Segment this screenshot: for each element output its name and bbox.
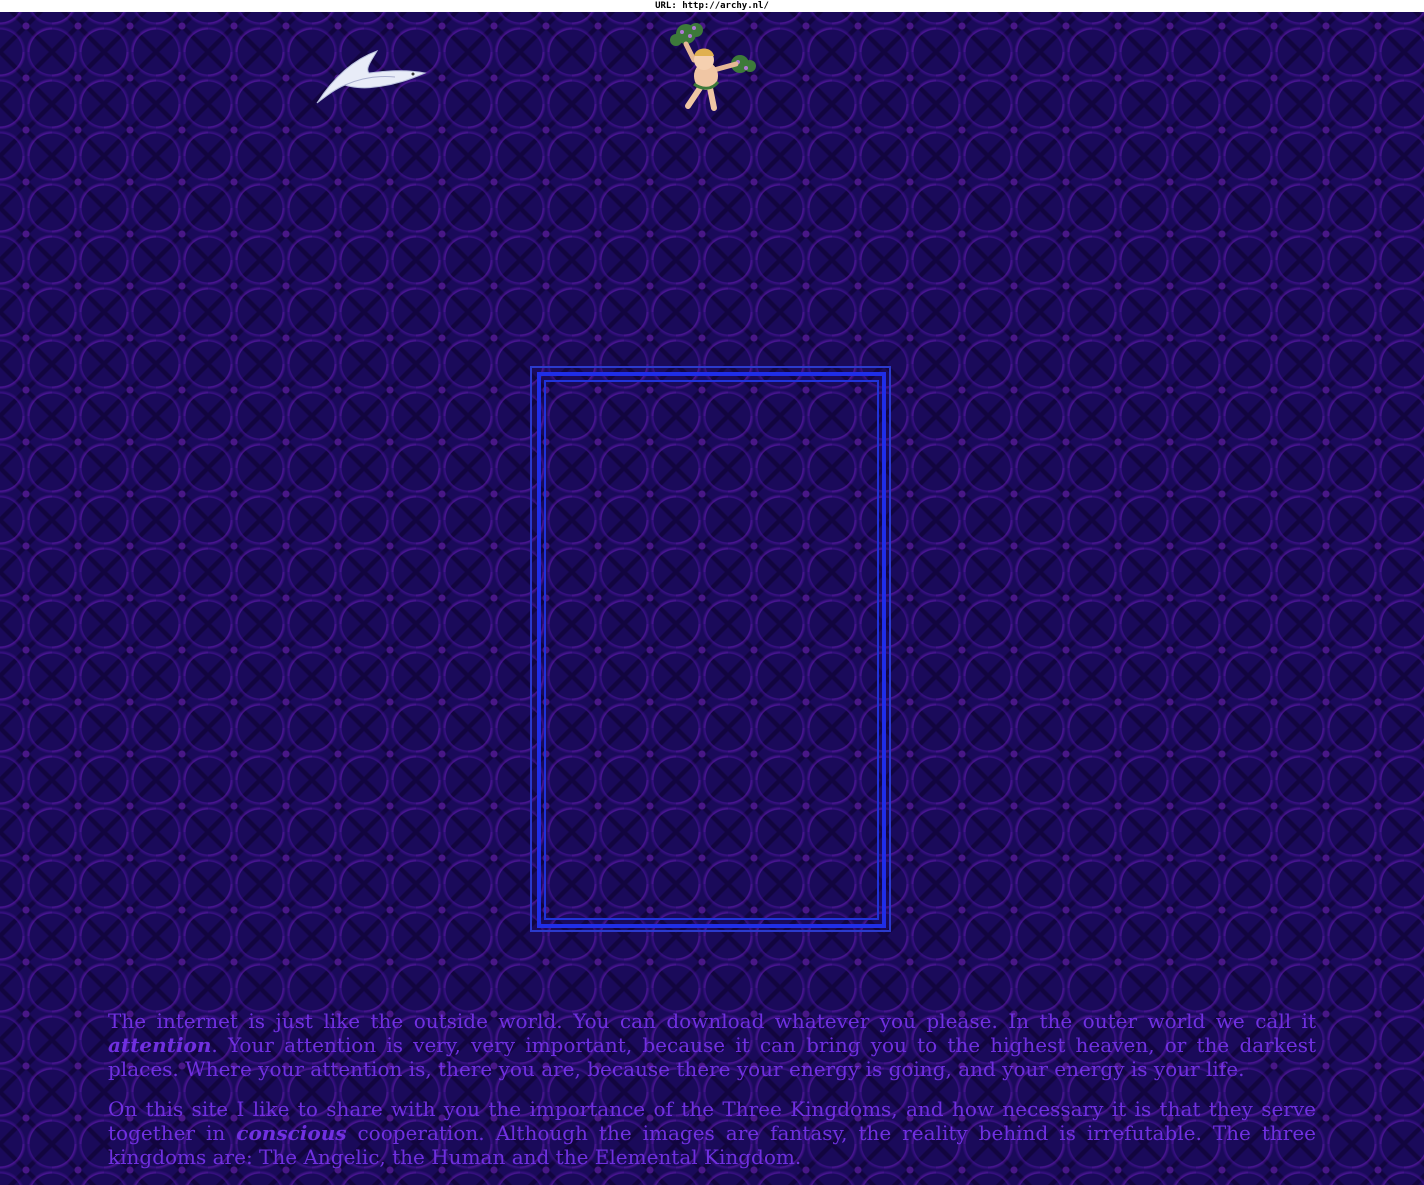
intro-paragraph-1: The internet is just like the outside wo… — [108, 1009, 1316, 1081]
intro-p2-emphasis: conscious — [236, 1121, 347, 1145]
intro-p1-text-b: . Your attention is very, very important… — [108, 1033, 1316, 1081]
url-label: URL: — [655, 1, 677, 11]
cherub-icon — [670, 23, 756, 111]
intro-text: The internet is just like the outside wo… — [108, 1009, 1316, 1185]
intro-p1-emphasis: attention — [108, 1033, 212, 1057]
dove-icon — [316, 50, 427, 104]
url-bar: URL: http://archy.nl/ — [0, 0, 1424, 12]
frame-inner-border — [544, 380, 879, 920]
url-text[interactable]: http://archy.nl/ — [682, 1, 769, 11]
intro-p1-text-a: The internet is just like the outside wo… — [108, 1009, 1316, 1033]
intro-paragraph-2: On this site I like to share with you th… — [108, 1097, 1316, 1169]
